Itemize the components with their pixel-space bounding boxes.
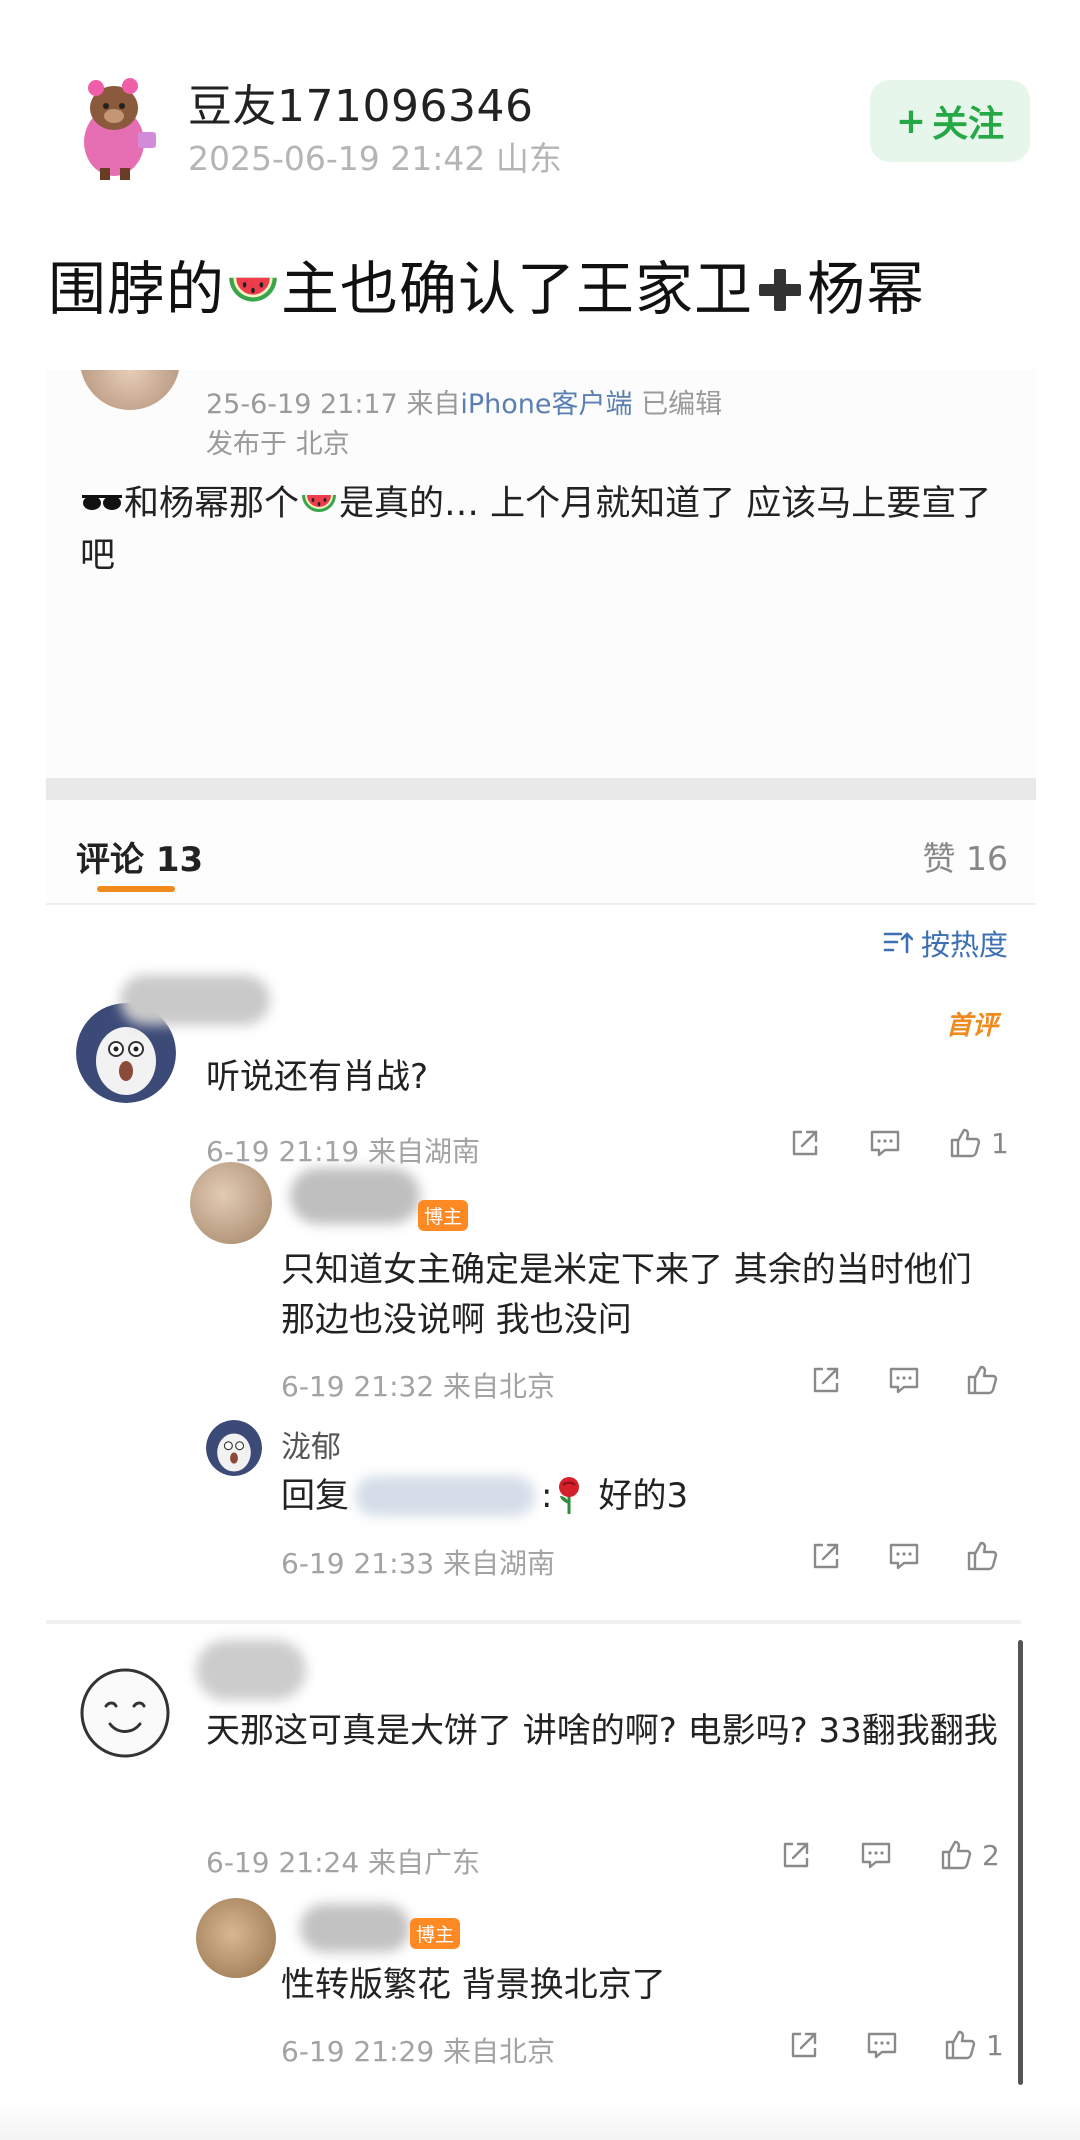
headline-part3: 杨幂 <box>807 255 926 323</box>
post-meta: 2025-06-19 21:42 山东 <box>188 139 562 178</box>
reply-actions <box>808 1362 1000 1398</box>
share-icon[interactable] <box>787 1125 823 1161</box>
comment-icon[interactable] <box>886 1362 922 1398</box>
comment-meta: 6-19 21:24 来自广东 <box>206 1846 481 1879</box>
headline-part2: 主也确认了王家卫 <box>281 255 754 323</box>
like-icon[interactable] <box>938 1837 974 1873</box>
reply-avatar[interactable] <box>190 1162 272 1244</box>
plus-emoji-icon <box>759 269 802 311</box>
reply-suffix: 好的3 <box>598 1476 689 1516</box>
embedded-screenshot: 25-6-19 21:17 来自iPhone客户端 已编辑 发布于 北京 和杨幂… <box>46 370 1036 780</box>
embed-time: 25-6-19 21:17 <box>206 389 398 420</box>
bottom-edge <box>0 2100 1080 2140</box>
reply-text: 回复 : 好的3 <box>281 1471 688 1521</box>
embed-avatar <box>80 370 180 410</box>
user-avatar[interactable] <box>66 72 162 182</box>
reply-actions <box>808 1538 1000 1574</box>
sort-button[interactable]: 按热度 <box>883 922 1008 964</box>
reply-text: 性转版繁花 背景换北京了 <box>281 1965 666 2005</box>
share-icon[interactable] <box>808 1362 844 1398</box>
tab-comments[interactable]: 评论 13 <box>76 832 203 881</box>
reply-meta: 6-19 21:32 来自北京 <box>281 1370 556 1403</box>
like-icon[interactable] <box>964 1538 1000 1574</box>
reply-actions: 1 <box>786 2027 1004 2063</box>
comment-actions: 2 <box>778 1837 1000 1873</box>
plus-icon: + <box>895 100 927 142</box>
reply-avatar[interactable] <box>196 1898 276 1978</box>
embed-meta: 25-6-19 21:17 来自iPhone客户端 已编辑 <box>206 382 722 421</box>
comment-text: 天那这可真是大饼了 讲啥的啊? 电影吗? 33翻我翻我 <box>206 1711 998 1751</box>
owner-badge: 博主 <box>410 1918 461 1949</box>
share-icon[interactable] <box>808 1538 844 1574</box>
comment-icon[interactable] <box>886 1538 922 1574</box>
blurred-username <box>196 1640 306 1700</box>
tab-active-indicator <box>97 886 175 892</box>
username[interactable]: 豆友171096346 <box>188 70 533 134</box>
comment-text: 听说还有肖战? <box>206 1057 429 1097</box>
colon-sep: : <box>541 1476 553 1516</box>
comment-icon[interactable] <box>864 2027 900 2063</box>
reply-meta: 6-19 21:29 来自北京 <box>281 2035 556 2068</box>
reply-text: 只知道女主确定是米定下来了 其余的当时他们那边也没说啊 我也没问 <box>281 1250 972 1340</box>
first-comment-badge: 首评 <box>945 1011 998 1041</box>
watermelon-icon <box>299 483 339 523</box>
reply-avatar[interactable] <box>206 1420 262 1476</box>
embed-text-part1: 和杨幂那个 <box>124 484 300 524</box>
follow-button[interactable]: + 关注 <box>870 80 1030 162</box>
share-icon[interactable] <box>778 1837 814 1873</box>
blurred-username <box>290 1168 420 1224</box>
embed-location: 发布于 北京 <box>206 429 350 460</box>
like-icon[interactable] <box>942 2027 978 2063</box>
scrollbar[interactable] <box>1018 1640 1023 2085</box>
sort-icon <box>883 932 913 954</box>
reply-username[interactable]: 泷郁 <box>281 1422 341 1466</box>
like-count: 1 <box>986 2028 1004 2062</box>
embed-edited: 已编辑 <box>641 389 723 420</box>
comment-meta: 6-19 21:19 来自湖南 <box>206 1135 481 1168</box>
embed-from: 来自 <box>406 389 461 420</box>
headline-part1: 围脖的 <box>48 255 226 323</box>
sort-label: 按热度 <box>920 928 1008 962</box>
embed-body: 和杨幂那个 是真的… 上个月就知道了 应该马上要宣了吧 <box>80 478 1020 582</box>
watermelon-icon <box>225 261 281 317</box>
comment-icon[interactable] <box>867 1125 903 1161</box>
blurred-username <box>120 975 270 1025</box>
blurred-username <box>300 1904 410 1952</box>
commenter-avatar[interactable] <box>80 1668 170 1758</box>
reply-meta: 6-19 21:33 来自湖南 <box>281 1547 556 1580</box>
like-icon[interactable] <box>947 1125 983 1161</box>
embed-client: iPhone客户端 <box>460 389 633 420</box>
like-icon[interactable] <box>964 1362 1000 1398</box>
tab-separator <box>46 903 1036 905</box>
tab-likes[interactable]: 赞 16 <box>923 832 1008 880</box>
comment-separator <box>46 1620 1021 1624</box>
like-count: 1 <box>991 1126 1009 1160</box>
reply-prefix: 回复 <box>281 1476 349 1516</box>
share-icon[interactable] <box>786 2027 822 2063</box>
owner-badge: 博主 <box>418 1200 469 1231</box>
section-divider <box>46 778 1036 800</box>
post-headline: 围脖的 主也确认了王家卫 杨幂 <box>48 242 925 326</box>
blurred-mention <box>355 1476 535 1516</box>
sunglasses-icon <box>82 495 122 510</box>
comment-icon[interactable] <box>858 1837 894 1873</box>
like-count: 2 <box>982 1838 1000 1872</box>
rose-icon <box>559 1477 580 1514</box>
follow-label: 关注 <box>932 104 1005 145</box>
comment-actions: 1 <box>787 1125 1009 1161</box>
